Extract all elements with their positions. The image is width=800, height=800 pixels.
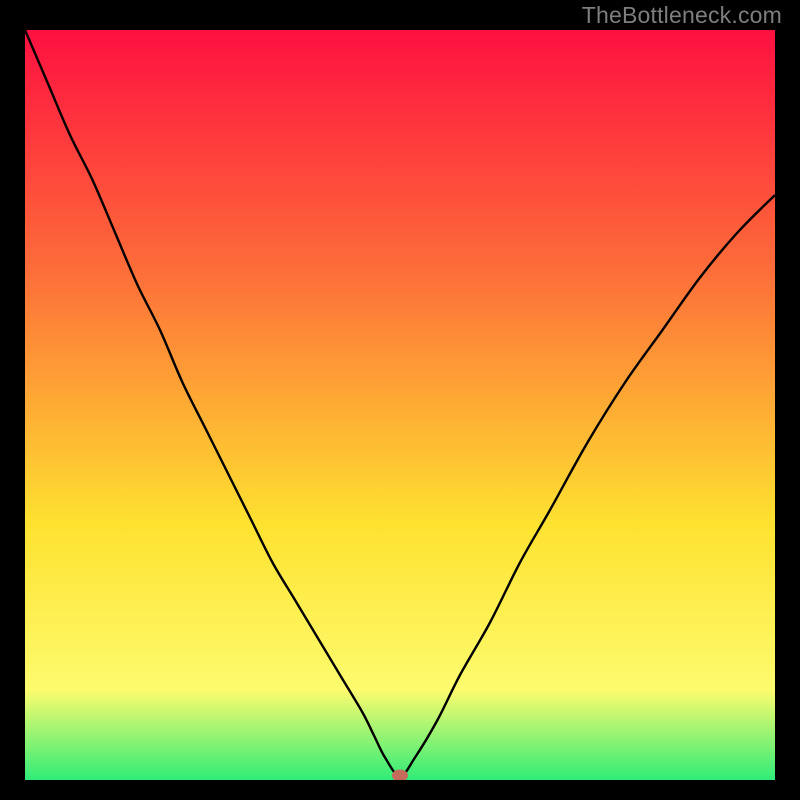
gradient-background [25, 30, 775, 780]
chart-frame: TheBottleneck.com [0, 0, 800, 800]
plot-area [25, 30, 775, 780]
bottleneck-chart [25, 30, 775, 780]
watermark-text: TheBottleneck.com [582, 2, 782, 29]
